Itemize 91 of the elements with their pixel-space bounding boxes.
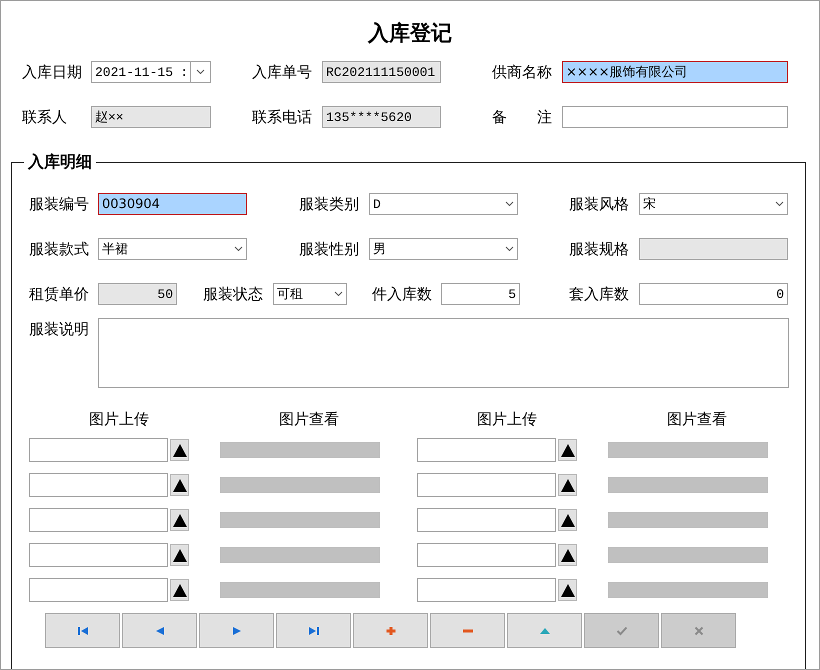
dropdown-field[interactable]: 半裙 bbox=[98, 238, 247, 260]
field-label: 入库日期 bbox=[22, 62, 83, 83]
checkmark-icon bbox=[616, 626, 628, 636]
upload-path-field[interactable] bbox=[417, 578, 556, 602]
upload-path-field[interactable] bbox=[417, 438, 556, 462]
cross-icon bbox=[692, 626, 704, 636]
field-label: 套入库数 bbox=[569, 284, 630, 305]
up-button[interactable] bbox=[507, 613, 582, 648]
field-label: 服装款式 bbox=[29, 239, 90, 260]
window-title: 入库登记 bbox=[366, 20, 453, 47]
chevron-down-icon bbox=[234, 246, 243, 252]
field-label: 服装规格 bbox=[569, 239, 630, 260]
upload-button[interactable] bbox=[558, 509, 577, 531]
field-label: 联系人 bbox=[22, 107, 68, 128]
dropdown-field[interactable]: 宋 bbox=[639, 193, 788, 215]
triangle-up-icon bbox=[538, 626, 550, 636]
input-field[interactable]: 0 bbox=[639, 283, 788, 305]
triangle-up-icon bbox=[560, 584, 574, 596]
chevron-down-icon bbox=[196, 69, 205, 75]
upload-path-field[interactable] bbox=[417, 508, 556, 532]
field-label: 备 注 bbox=[492, 107, 553, 128]
chevron-down-icon bbox=[775, 201, 784, 207]
readonly-field[interactable]: 50 bbox=[98, 283, 177, 305]
field-label: 服装类别 bbox=[299, 194, 360, 215]
upload-path-field[interactable] bbox=[29, 578, 168, 602]
triangle-right-icon bbox=[230, 626, 242, 636]
skip-start-icon bbox=[76, 626, 88, 636]
triangle-up-icon bbox=[172, 478, 186, 492]
field-label: 服装性别 bbox=[299, 239, 360, 260]
upload-path-field[interactable] bbox=[29, 543, 168, 567]
upload-button[interactable] bbox=[170, 509, 189, 531]
field-label: 租赁单价 bbox=[29, 284, 90, 305]
field-label: 供商名称 bbox=[492, 62, 553, 83]
upload-button[interactable] bbox=[558, 474, 577, 496]
triangle-up-icon bbox=[172, 444, 186, 456]
upload-path-field[interactable] bbox=[29, 438, 168, 462]
description-field[interactable] bbox=[98, 318, 789, 388]
triangle-up-icon bbox=[172, 548, 186, 562]
chevron-down-icon bbox=[505, 246, 514, 252]
add-button[interactable] bbox=[353, 613, 428, 648]
dropdown-field[interactable]: 可租 bbox=[273, 283, 347, 305]
upload-button[interactable] bbox=[558, 544, 577, 566]
readonly-field[interactable]: RC202111150001 bbox=[322, 61, 441, 83]
column-heading: 图片上传 bbox=[476, 409, 538, 430]
field-label: 入库单号 bbox=[252, 62, 313, 83]
column-heading: 图片查看 bbox=[278, 409, 340, 430]
input-field[interactable] bbox=[562, 106, 788, 128]
upload-button[interactable] bbox=[558, 439, 577, 461]
triangle-up-icon bbox=[172, 584, 186, 596]
triangle-up-icon bbox=[560, 548, 574, 562]
chevron-down-icon bbox=[334, 291, 343, 297]
upload-path-field[interactable] bbox=[29, 508, 168, 532]
next-button[interactable] bbox=[199, 613, 274, 648]
readonly-field[interactable] bbox=[639, 238, 788, 260]
field-label: 服装风格 bbox=[569, 194, 630, 215]
column-heading: 图片上传 bbox=[88, 409, 150, 430]
field-label: 服装说明 bbox=[29, 319, 90, 340]
field-label: 服装编号 bbox=[29, 194, 90, 215]
chevron-down-icon bbox=[505, 201, 514, 207]
column-heading: 图片查看 bbox=[666, 409, 728, 430]
delete-button[interactable] bbox=[430, 613, 505, 648]
upload-path-field[interactable] bbox=[417, 473, 556, 497]
upload-path-field[interactable] bbox=[29, 473, 168, 497]
triangle-up-icon bbox=[172, 514, 186, 526]
upload-button[interactable] bbox=[170, 439, 189, 461]
triangle-up-icon bbox=[560, 444, 574, 456]
dropdown-field[interactable]: D bbox=[369, 193, 518, 215]
field-label: 服装状态 bbox=[203, 284, 264, 305]
readonly-field[interactable]: 赵×× bbox=[91, 106, 211, 128]
upload-button[interactable] bbox=[170, 579, 189, 601]
input-field[interactable]: ××××服饰有限公司 bbox=[562, 61, 788, 83]
field-label: 联系电话 bbox=[252, 107, 313, 128]
previous-button[interactable] bbox=[122, 613, 197, 648]
skip-end-icon bbox=[308, 626, 320, 636]
dropdown-field[interactable]: 男 bbox=[369, 238, 518, 260]
readonly-field[interactable]: 135****5620 bbox=[322, 106, 441, 128]
field-label: 件入库数 bbox=[372, 284, 433, 305]
triangle-left-icon bbox=[154, 626, 166, 636]
date-field[interactable]: 2021-11-15 : bbox=[91, 61, 211, 83]
last-record-button[interactable] bbox=[276, 613, 351, 648]
input-field[interactable]: 5 bbox=[441, 283, 520, 305]
upload-path-field[interactable] bbox=[417, 543, 556, 567]
upload-button[interactable] bbox=[170, 474, 189, 496]
input-field[interactable]: 0030904 bbox=[98, 193, 247, 215]
upload-button[interactable] bbox=[558, 579, 577, 601]
triangle-up-icon bbox=[560, 478, 574, 492]
upload-button[interactable] bbox=[170, 544, 189, 566]
plus-icon bbox=[384, 626, 396, 636]
triangle-up-icon bbox=[560, 514, 574, 526]
first-record-button[interactable] bbox=[45, 613, 120, 648]
group-title: 入库明细 bbox=[24, 151, 96, 173]
